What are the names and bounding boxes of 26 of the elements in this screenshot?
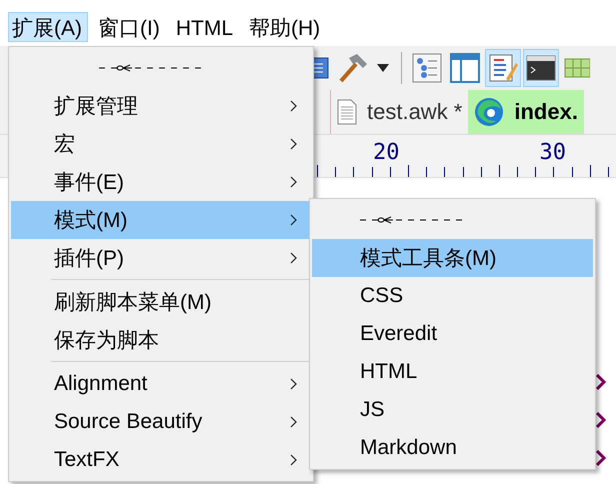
menu-item[interactable]: Markdown xyxy=(312,429,593,467)
menu-item[interactable]: HTML xyxy=(312,353,593,391)
menu-item[interactable]: 刷新脚本菜单(M) xyxy=(11,283,311,321)
menu-item[interactable]: Alignment xyxy=(11,365,311,403)
ruler-number: 30 xyxy=(540,141,566,165)
editor-tab[interactable]: index. xyxy=(468,90,584,134)
menu-item[interactable]: JS xyxy=(312,391,593,429)
ruler-number: 20 xyxy=(373,141,400,165)
menu-item[interactable]: 扩展管理 xyxy=(11,87,311,125)
menu-bar-item[interactable]: 帮助(H) xyxy=(245,12,326,42)
menu-bar-item[interactable]: 窗口(I) xyxy=(94,12,166,42)
menu-item[interactable]: 宏 xyxy=(11,125,311,163)
menu-bar-item[interactable]: HTML xyxy=(172,12,239,42)
menu-item[interactable]: 保存为脚本 xyxy=(11,321,311,359)
menu-item[interactable]: CSS xyxy=(312,277,593,315)
menu-item[interactable]: 事件(E) xyxy=(11,163,311,201)
menu-item[interactable]: 模式工具条(M) xyxy=(312,239,593,277)
tab-title: index. xyxy=(514,99,578,125)
menu-item[interactable]: Everedit xyxy=(312,315,593,353)
menu-item[interactable]: 模式(M) xyxy=(11,201,311,239)
menu-item[interactable]: TextFX xyxy=(11,441,311,479)
menu-bar-item[interactable]: 扩展(A) xyxy=(8,12,88,42)
menu-item[interactable]: Source Beautify xyxy=(11,403,311,441)
editor-tab[interactable]: test.awk * xyxy=(330,90,468,134)
menu-item[interactable]: 插件(P) xyxy=(11,239,311,277)
tab-title: test.awk * xyxy=(367,99,462,125)
